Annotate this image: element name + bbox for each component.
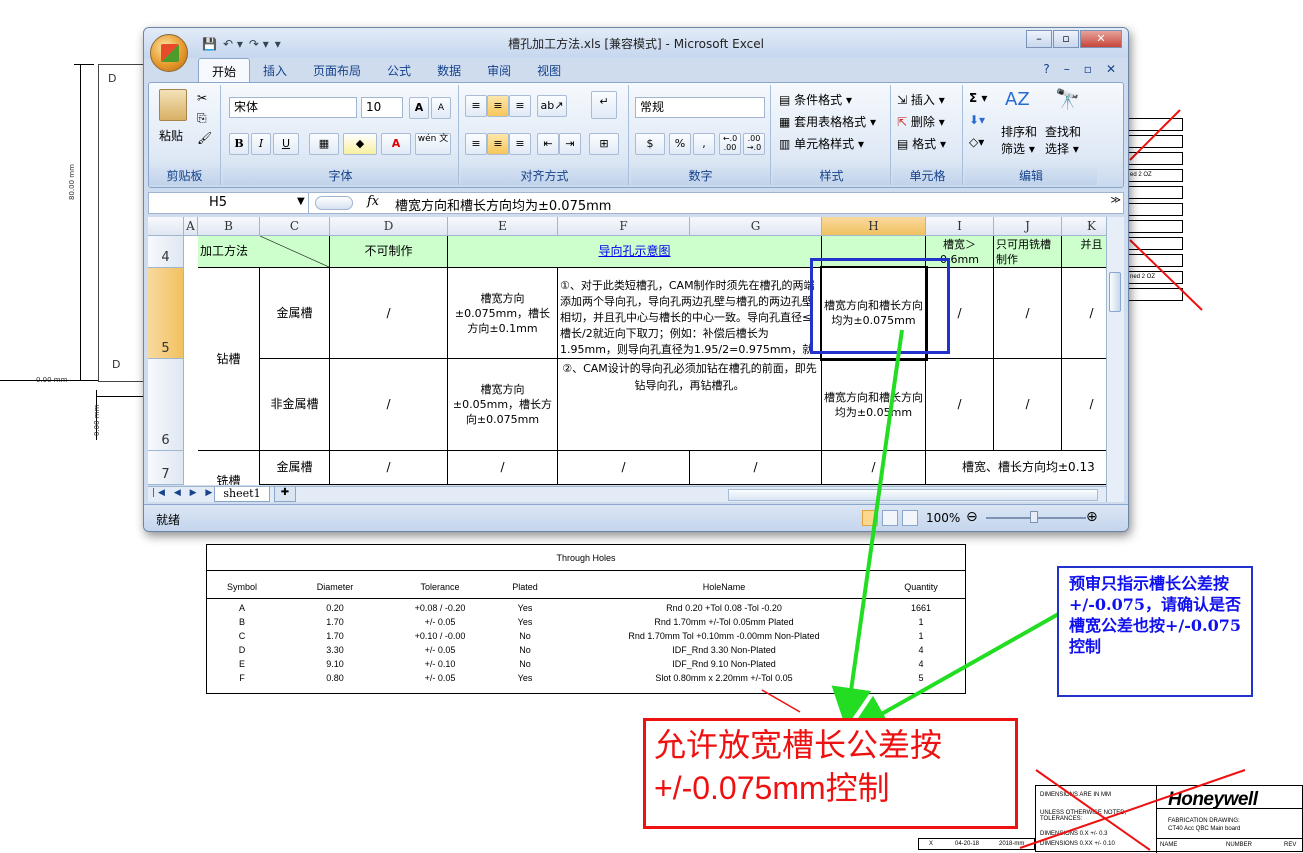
tb-rev: REV — [1284, 842, 1297, 848]
office-logo-icon — [161, 44, 179, 62]
red-cross-titleblock — [1019, 769, 1246, 851]
approval-note: 允许放宽槽长公差按 +/-0.075mm控制 — [643, 718, 1018, 829]
rev-date: 04-20-18 — [955, 841, 980, 847]
review-question-note: 预审只指示槽长公差按+/-0.075，请确认是否槽宽公差也按+/-0.075控制 — [1057, 566, 1253, 697]
rev-x: X — [929, 841, 934, 847]
approval-line-1: 允许放宽槽长公差按 — [654, 727, 943, 763]
office-button[interactable] — [150, 34, 188, 72]
approval-line-2: +/-0.075mm控制 — [654, 770, 890, 806]
